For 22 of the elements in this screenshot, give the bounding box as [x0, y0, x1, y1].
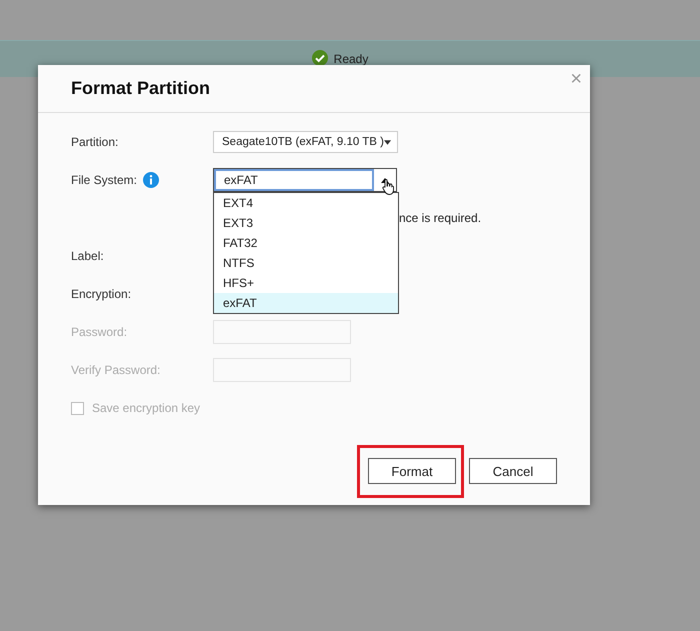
dropdown-option[interactable]: exFAT [214, 293, 398, 313]
status-text: Ready [334, 52, 368, 66]
dropdown-option[interactable]: EXT4 [214, 193, 398, 213]
field-label: Verify Password: [71, 363, 160, 377]
format-button[interactable]: Format [368, 458, 456, 484]
file-system-field[interactable]: exFAT [214, 169, 374, 191]
dropdown-option[interactable]: NTFS [214, 253, 398, 273]
info-icon[interactable] [143, 172, 160, 188]
checkbox-label: Save encryption key [92, 401, 200, 415]
field-label: Partition: [71, 135, 118, 149]
cancel-button[interactable]: Cancel [469, 458, 557, 484]
field-label: Label: [71, 249, 104, 263]
dropdown-option[interactable]: EXT3 [214, 213, 398, 233]
dropdown-arrow-icon [384, 140, 391, 144]
dropdown-option[interactable]: FAT32 [214, 233, 398, 253]
dropdown-option[interactable]: HFS+ [214, 273, 398, 293]
dialog-title: Format Partition [71, 78, 210, 99]
note-text: nce is required. [399, 211, 482, 225]
field-label: Password: [71, 325, 128, 339]
field-label: Encryption: [71, 287, 132, 301]
partition-select[interactable]: Seagate10TB (exFAT, 9.10 TB ) [213, 131, 398, 153]
field-label: File System: [71, 173, 138, 187]
